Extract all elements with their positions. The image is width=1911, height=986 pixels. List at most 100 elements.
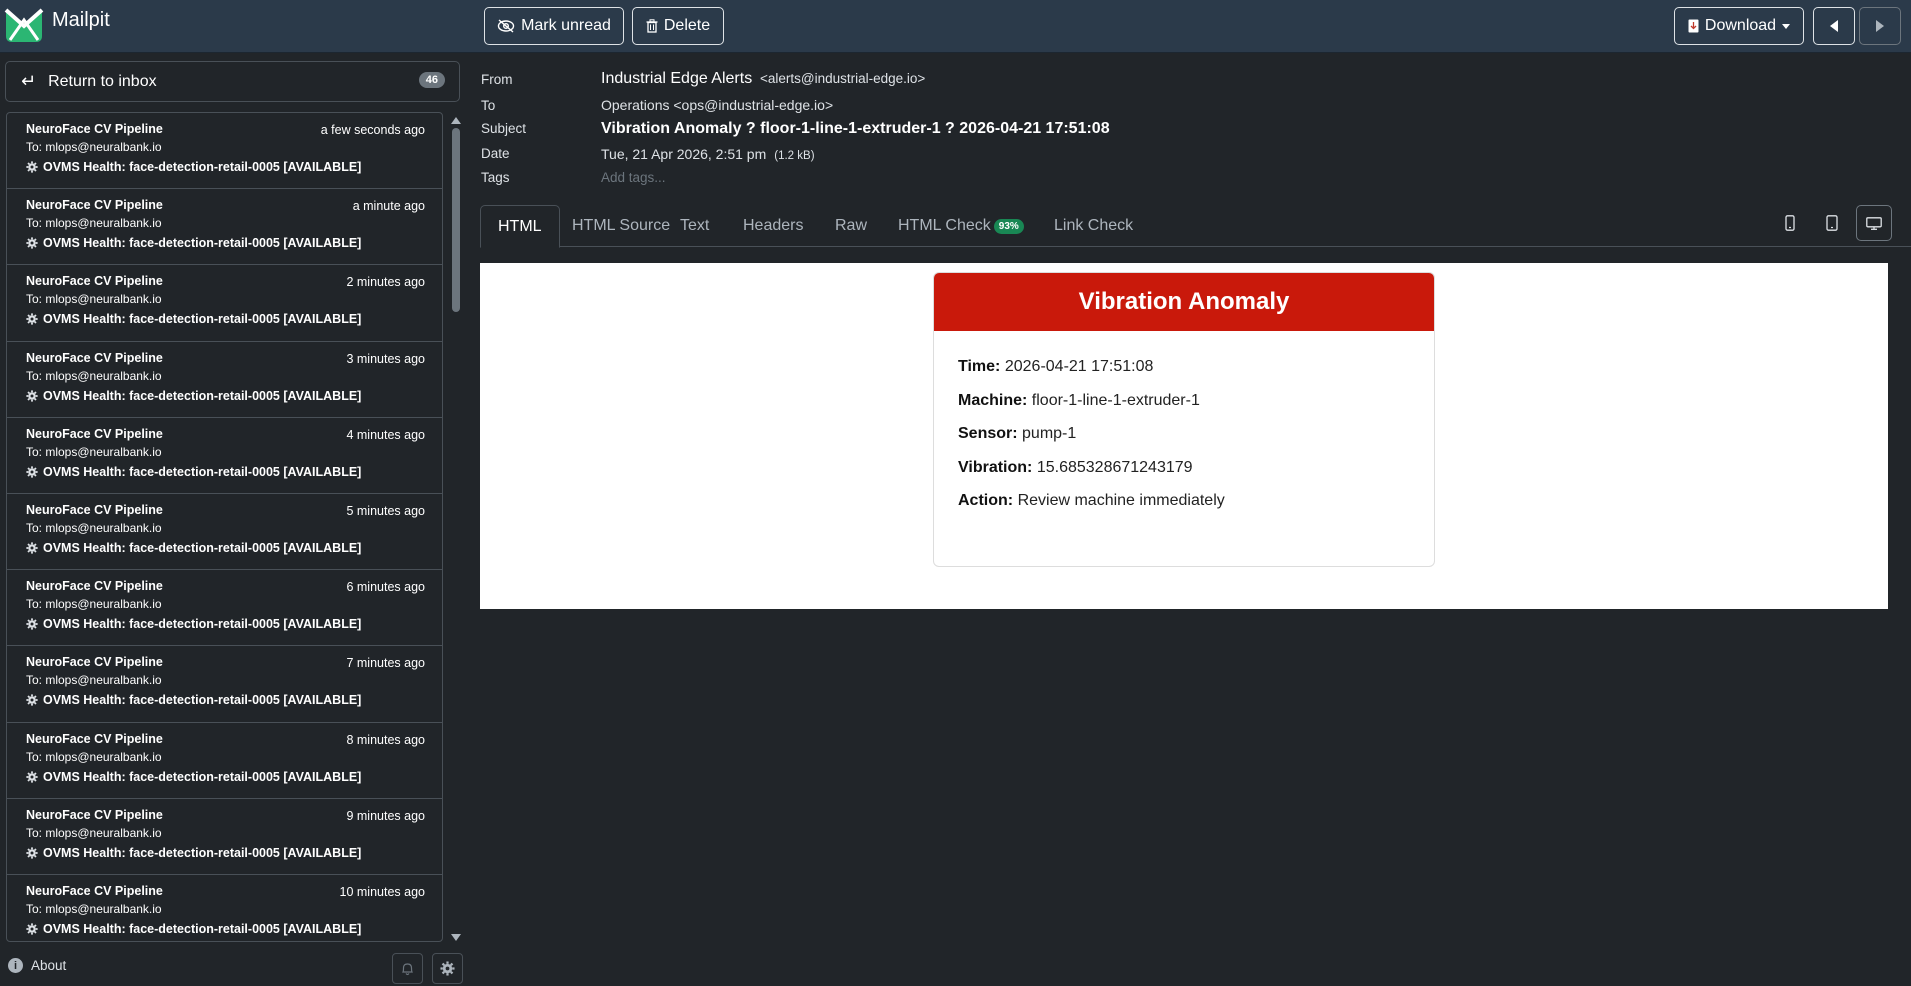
tab-raw[interactable]: Raw [818, 205, 884, 247]
view-tablet-button[interactable] [1814, 205, 1850, 241]
caret-down-icon [1782, 23, 1791, 29]
message-size: (1.2 kB) [774, 150, 815, 162]
download-dropdown-button[interactable]: Download [1674, 7, 1804, 45]
tab-html[interactable]: HTML [480, 205, 560, 248]
alert-field-value: 15.685328671243179 [1036, 458, 1193, 476]
message-subject: OVMS Health: face-detection-retail-0005 … [43, 693, 362, 708]
alert-field-row: Action: Review machine immediately [958, 492, 1410, 510]
file-download-icon [1688, 19, 1699, 33]
previous-message-button[interactable] [1813, 7, 1855, 45]
view-desktop-button[interactable] [1856, 205, 1892, 241]
message-subject-row: OVMS Health: face-detection-retail-0005 … [26, 693, 425, 707]
gear-icon [26, 542, 38, 554]
tags-label: Tags [481, 170, 510, 185]
message-recipient: To: mlops@neuralbank.io [26, 368, 162, 383]
list-item[interactable]: NeuroFace CV Pipeline 7 minutes ago To: ml… [7, 646, 442, 723]
message-subject-row: OVMS Health: face-detection-retail-0005 … [26, 465, 425, 479]
delete-label: Delete [663, 17, 711, 34]
tab-link-check[interactable]: Link Check [1037, 205, 1150, 247]
message-recipient: To: mlops@neuralbank.io [26, 140, 162, 154]
tab-headers[interactable]: Headers [726, 205, 820, 247]
eye-slash-icon [497, 19, 515, 33]
return-arrow-icon: ↵ [21, 71, 37, 91]
return-to-inbox-button[interactable]: ↵ Return to inbox 46 [5, 61, 460, 102]
message-subject: OVMS Health: face-detection-retail-0005 … [43, 540, 362, 555]
alert-field-value: Review machine immediately [1017, 492, 1225, 509]
message-subject: OVMS Health: face-detection-retail-0005 … [43, 921, 362, 936]
alert-field-label: Vibration: [958, 458, 1033, 476]
list-item[interactable]: NeuroFace CV Pipeline 8 minutes ago To: ml… [7, 723, 442, 799]
alert-field-label: Action: [958, 492, 1014, 509]
message-subject-row: OVMS Health: face-detection-retail-0005 … [26, 922, 425, 936]
desktop-icon [1866, 216, 1882, 230]
bell-icon [402, 962, 413, 975]
to-value: Operations <ops@industrial-edge.io> [601, 97, 834, 113]
message-subject-row: OVMS Health: face-detection-retail-0005 … [26, 160, 425, 174]
list-item[interactable]: NeuroFace CV Pipeline a minute ago To: mlo… [7, 189, 442, 266]
list-item[interactable]: NeuroFace CV Pipeline 10 minutes ago To: m… [7, 875, 442, 941]
message-subject-row: OVMS Health: face-detection-retail-0005 … [26, 312, 425, 326]
message-subject: OVMS Health: face-detection-retail-0005 … [43, 236, 362, 251]
list-item[interactable]: NeuroFace CV Pipeline 4 minutes ago To: ml… [7, 418, 442, 494]
about-label: About [31, 958, 67, 973]
tablet-icon [1826, 215, 1838, 231]
message-subject: OVMS Health: face-detection-retail-0005 … [43, 617, 362, 632]
gear-icon [440, 961, 455, 976]
gear-icon [26, 770, 38, 783]
message-recipient: To: mlops@neuralbank.io [26, 520, 162, 535]
delete-button[interactable]: Delete [632, 7, 724, 45]
add-tags-input[interactable]: Add tags... [601, 170, 666, 185]
alert-field-value: 2026-04-21 17:51:08 [1004, 358, 1154, 375]
message-time: 7 minutes ago [346, 656, 425, 671]
alert-title: Vibration Anomaly [934, 273, 1434, 331]
mailpit-logo-icon [4, 8, 44, 42]
app-logo[interactable]: Mailpit [4, 6, 110, 44]
settings-button[interactable] [432, 953, 463, 984]
gear-icon [26, 847, 38, 859]
next-message-button[interactable] [1859, 7, 1901, 45]
from-name: Industrial Edge Alerts [601, 70, 753, 87]
message-time: 8 minutes ago [346, 732, 425, 747]
list-item[interactable]: NeuroFace CV Pipeline 2 minutes ago To: ml… [7, 265, 442, 342]
message-subject-row: OVMS Health: face-detection-retail-0005 … [26, 770, 425, 784]
mark-unread-button[interactable]: Mark unread [484, 7, 624, 45]
notifications-button[interactable] [392, 953, 423, 984]
from-value: Industrial Edge Alerts <alerts@industria… [601, 70, 925, 88]
message-list-scrollbar[interactable] [448, 112, 464, 946]
inbox-count-badge: 46 [418, 72, 445, 88]
alert-field-value: floor-1-line-1-extruder-1 [1031, 391, 1200, 409]
gear-icon [26, 161, 38, 173]
list-item[interactable]: NeuroFace CV Pipeline 6 minutes ago To: ml… [7, 570, 442, 647]
alert-field-value: pump-1 [1022, 425, 1077, 442]
alert-card: Vibration Anomaly Time: 2026-04-21 17:51… [933, 272, 1435, 567]
tab-text[interactable]: Text [663, 205, 726, 247]
message-subject-row: OVMS Health: face-detection-retail-0005 … [26, 389, 425, 403]
download-label: Download [1704, 17, 1777, 34]
message-subject: OVMS Health: face-detection-retail-0005 … [43, 160, 362, 174]
alert-field-label: Machine: [958, 391, 1028, 409]
scroll-up-arrow-icon[interactable] [451, 117, 461, 124]
message-time: 10 minutes ago [339, 884, 425, 899]
date-label: Date [481, 146, 510, 161]
from-label: From [481, 72, 513, 87]
list-item[interactable]: NeuroFace CV Pipeline 3 minutes ago To: ml… [7, 342, 442, 418]
caret-right-icon [1876, 20, 1884, 32]
tab-html-check[interactable]: HTML Check 93% [881, 205, 1041, 247]
scroll-thumb[interactable] [452, 128, 460, 312]
return-to-inbox-label: Return to inbox [48, 72, 157, 90]
list-item[interactable]: NeuroFace CV Pipeline a few seconds ago To… [7, 113, 442, 190]
alert-field-row: Machine: floor-1-line-1-extruder-1 [958, 392, 1410, 410]
about-link[interactable]: i About [8, 958, 66, 973]
view-phone-button[interactable] [1772, 205, 1808, 241]
subject-label: Subject [481, 121, 527, 136]
alert-field-label: Time: [958, 358, 1001, 375]
gear-icon [26, 466, 38, 478]
message-recipient: To: mlops@neuralbank.io [26, 749, 162, 764]
alert-field-row: Sensor: pump-1 [958, 425, 1410, 443]
list-item[interactable]: NeuroFace CV Pipeline 5 minutes ago To: ml… [7, 494, 442, 571]
message-recipient: To: mlops@neuralbank.io [26, 216, 162, 231]
message-recipient: To: mlops@neuralbank.io [26, 597, 162, 612]
alert-field-row: Time: 2026-04-21 17:51:08 [958, 358, 1410, 376]
list-item[interactable]: NeuroFace CV Pipeline 9 minutes ago To: ml… [7, 799, 442, 875]
scroll-down-arrow-icon[interactable] [451, 934, 461, 941]
